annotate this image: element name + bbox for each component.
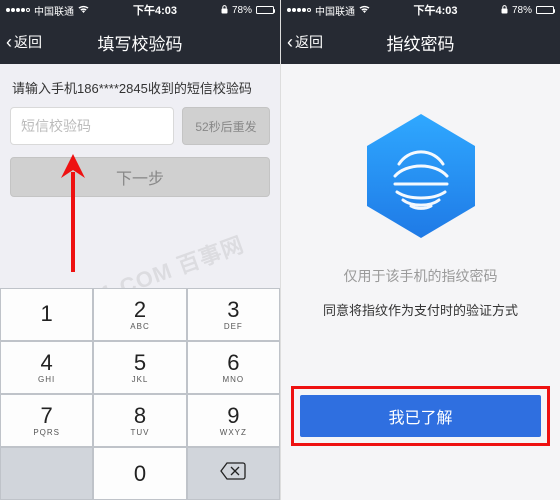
signal-dots-icon	[6, 8, 30, 12]
key-blank	[0, 447, 93, 500]
lock-icon	[221, 5, 228, 16]
back-label: 返回	[14, 32, 42, 52]
carrier-label: 中国联通	[315, 3, 355, 18]
key-9[interactable]: 9WXYZ	[187, 394, 280, 447]
chevron-left-icon: ‹	[287, 33, 293, 51]
caption-secondary: 同意将指纹作为支付时的验证方式	[323, 300, 518, 319]
status-time: 下午4:03	[133, 2, 177, 18]
battery-icon	[536, 6, 554, 14]
status-bar: 中国联通 下午4:03 78%	[281, 0, 560, 20]
next-button[interactable]: 下一步	[10, 157, 270, 197]
key-0[interactable]: 0	[93, 447, 186, 500]
confirm-button[interactable]: 我已了解	[300, 395, 541, 437]
signal-dots-icon	[287, 8, 311, 12]
key-7[interactable]: 7PQRS	[0, 394, 93, 447]
nav-bar: ‹ 返回 填写校验码	[0, 20, 280, 64]
wifi-icon	[78, 5, 89, 16]
key-8[interactable]: 8TUV	[93, 394, 186, 447]
wifi-icon	[359, 5, 370, 16]
battery-icon	[256, 6, 274, 14]
annotation-highlight-box: 我已了解	[291, 386, 550, 446]
battery-pct: 78%	[232, 5, 252, 16]
backspace-icon	[220, 462, 246, 486]
key-4[interactable]: 4GHI	[0, 341, 93, 394]
status-time: 下午4:03	[413, 2, 457, 18]
page-title: 指纹密码	[387, 30, 455, 55]
battery-pct: 78%	[512, 5, 532, 16]
key-6[interactable]: 6MNO	[187, 341, 280, 394]
key-3[interactable]: 3DEF	[187, 288, 280, 341]
key-2[interactable]: 2ABC	[93, 288, 186, 341]
key-1[interactable]: 1	[0, 288, 93, 341]
key-5[interactable]: 5JKL	[93, 341, 186, 394]
nav-bar: ‹ 返回 指纹密码	[281, 20, 560, 64]
numeric-keypad: 1 2ABC 3DEF 4GHI 5JKL 6MNO 7PQRS 8TUV 9W…	[0, 288, 280, 500]
back-button[interactable]: ‹ 返回	[287, 32, 323, 52]
status-bar: 中国联通 下午4:03 78%	[0, 0, 280, 20]
back-label: 返回	[295, 32, 323, 52]
carrier-label: 中国联通	[34, 3, 74, 18]
chevron-left-icon: ‹	[6, 33, 12, 51]
back-button[interactable]: ‹ 返回	[6, 32, 42, 52]
lock-icon	[501, 5, 508, 16]
sms-code-input[interactable]: 短信校验码	[10, 107, 174, 145]
key-backspace[interactable]	[187, 447, 280, 500]
resend-button[interactable]: 52秒后重发	[182, 107, 270, 145]
fingerprint-hex-icon	[361, 110, 481, 242]
instruction-text: 请输入手机186****2845收到的短信校验码	[12, 78, 268, 97]
caption-primary: 仅用于该手机的指纹密码	[344, 266, 498, 286]
page-title: 填写校验码	[98, 30, 183, 55]
